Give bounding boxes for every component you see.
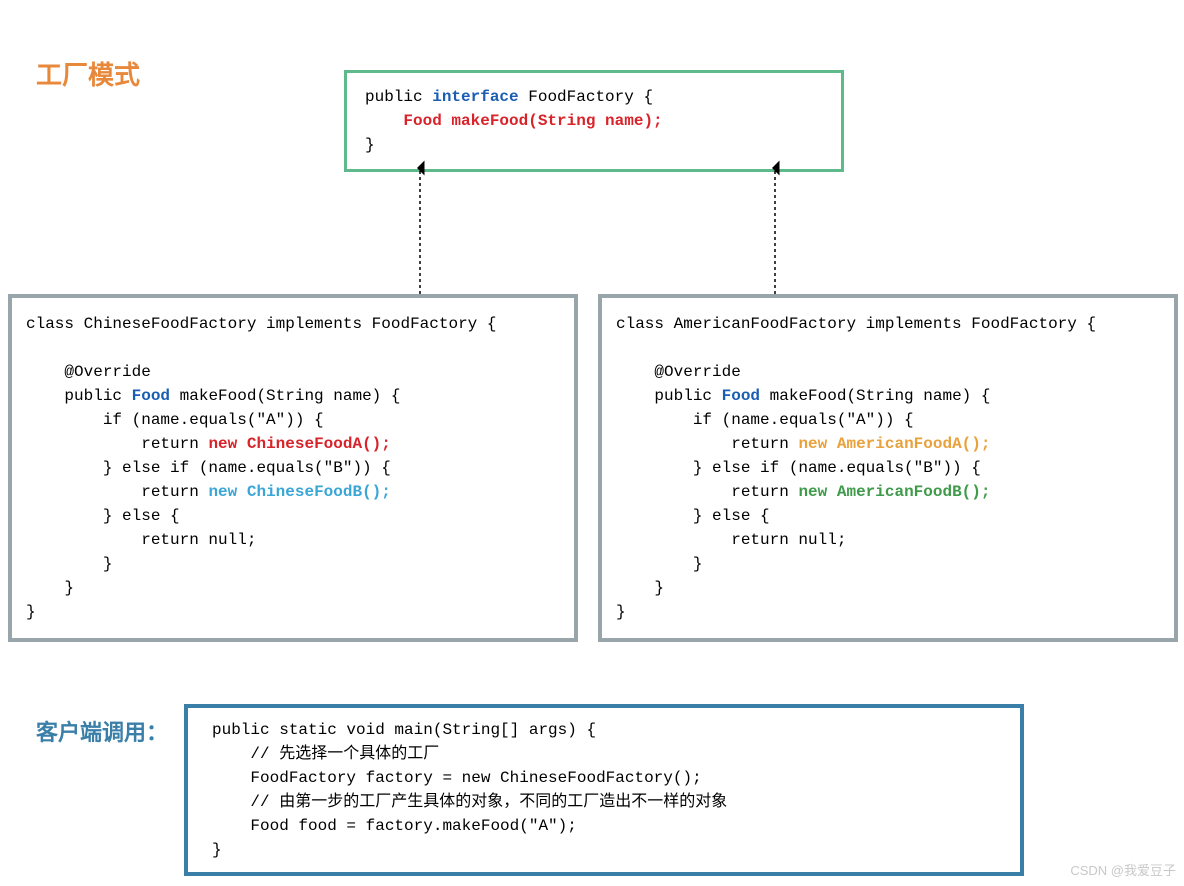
code-indent	[365, 112, 403, 130]
code	[237, 483, 247, 501]
code	[827, 483, 837, 501]
kw-new: new	[208, 435, 237, 453]
class-american-b: AmericanFoodB();	[837, 483, 991, 501]
class-american-a: AmericanFoodA();	[837, 435, 991, 453]
code	[237, 435, 247, 453]
chinese-factory-box: class ChineseFoodFactory implements Food…	[8, 294, 578, 642]
code: return null;	[616, 531, 846, 549]
type-food: Food	[132, 387, 170, 405]
code: makeFood(String name) {	[760, 387, 990, 405]
code: }	[26, 555, 112, 573]
american-factory-box: class AmericanFoodFactory implements Foo…	[598, 294, 1178, 642]
kw-new: new	[798, 435, 827, 453]
code: } else if (name.equals("B")) {	[26, 459, 391, 477]
code: // 由第一步的工厂产生具体的对象，不同的工厂造出不一样的对象	[212, 793, 727, 811]
code: return	[26, 435, 208, 453]
code: }	[26, 603, 36, 621]
code: class AmericanFoodFactory implements Foo…	[616, 315, 1096, 333]
client-box: public static void main(String[] args) {…	[184, 704, 1024, 876]
title-client: 客户端调用：	[36, 716, 168, 749]
code: }	[365, 136, 375, 154]
code: return	[26, 483, 208, 501]
code: public	[616, 387, 722, 405]
code: } else {	[616, 507, 770, 525]
code: if (name.equals("A")) {	[616, 411, 914, 429]
connector-right	[765, 160, 785, 296]
code: return	[616, 435, 798, 453]
code: }	[616, 579, 664, 597]
code: FoodFactory {	[519, 88, 653, 106]
code: makeFood(String name) {	[170, 387, 400, 405]
code: FoodFactory factory = new ChineseFoodFac…	[212, 769, 702, 787]
kw-new: new	[208, 483, 237, 501]
code	[827, 435, 837, 453]
code: public	[26, 387, 132, 405]
code: Food food = factory.makeFood("A");	[212, 817, 577, 835]
code: if (name.equals("A")) {	[26, 411, 324, 429]
watermark: CSDN @我爱豆子	[1070, 861, 1176, 881]
interface-box: public interface FoodFactory { Food make…	[344, 70, 844, 172]
code: }	[26, 579, 74, 597]
code: class ChineseFoodFactory implements Food…	[26, 315, 496, 333]
class-chinese-a: ChineseFoodA();	[247, 435, 391, 453]
code: public static void main(String[] args) {	[212, 721, 596, 739]
code: return	[616, 483, 798, 501]
code: // 先选择一个具体的工厂	[212, 745, 439, 763]
code: } else {	[26, 507, 180, 525]
title-main: 工厂模式	[36, 56, 140, 95]
type-food: Food	[722, 387, 760, 405]
class-chinese-b: ChineseFoodB();	[247, 483, 391, 501]
code: }	[616, 555, 702, 573]
code: @Override	[26, 363, 151, 381]
code: } else if (name.equals("B")) {	[616, 459, 981, 477]
connector-left	[410, 160, 430, 296]
code: }	[616, 603, 626, 621]
code: return null;	[26, 531, 256, 549]
code: }	[212, 841, 222, 859]
method-signature: Food makeFood(String name);	[403, 112, 662, 130]
keyword-interface: interface	[432, 88, 518, 106]
code: public	[365, 88, 432, 106]
kw-new: new	[798, 483, 827, 501]
code: @Override	[616, 363, 741, 381]
